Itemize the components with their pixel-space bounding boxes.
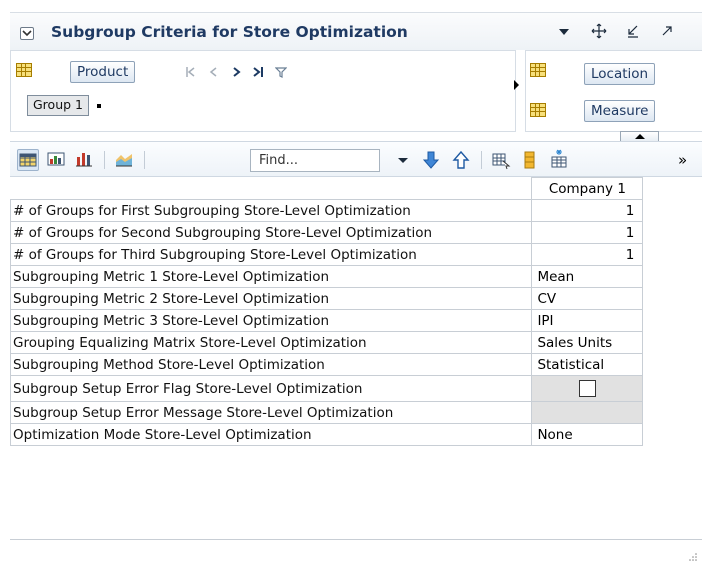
splitter-arrow-icon[interactable]	[514, 80, 519, 90]
move-icon[interactable]	[590, 22, 608, 40]
find-dropdown-icon[interactable]	[392, 149, 414, 171]
panel-title-bar: Subgroup Criteria for Store Optimization	[10, 12, 702, 50]
table-view-icon	[19, 153, 37, 167]
chart-table-button[interactable]	[46, 149, 68, 171]
cell-value[interactable]: IPI	[531, 309, 644, 332]
hierarchy-grid-icon	[16, 63, 32, 77]
find-input[interactable]: Find...	[250, 149, 380, 172]
table-row: Subgroup Setup Error Message Store-Level…	[9, 401, 702, 424]
row-label: Subgroup Setup Error Message Store-Level…	[9, 401, 533, 424]
table-row: Subgrouping Metric 3 Store-Level Optimiz…	[9, 309, 702, 332]
row-label: Grouping Equalizing Matrix Store-Level O…	[9, 331, 533, 354]
next-icon[interactable]	[230, 66, 242, 78]
minimize-icon[interactable]	[624, 22, 642, 40]
filter-icon[interactable]	[275, 66, 287, 78]
cell-checkbox	[531, 375, 644, 402]
toolbar-separator	[104, 151, 105, 169]
group-marker	[97, 104, 101, 108]
table-row: # of Groups for Third Subgrouping Store-…	[9, 243, 702, 266]
error-flag-checkbox[interactable]	[578, 380, 596, 397]
first-icon[interactable]	[185, 66, 197, 78]
table-row: # of Groups for First Subgrouping Store-…	[9, 199, 702, 222]
group-1-chip[interactable]: Group 1	[27, 95, 89, 116]
cell-value[interactable]: 1	[531, 243, 644, 266]
cell-value[interactable]: 1	[531, 199, 644, 222]
row-layout-pane: Product Group 1	[10, 50, 516, 132]
table-row: Subgrouping Method Store-Level Optimizat…	[9, 353, 702, 376]
find-next-icon[interactable]	[420, 149, 442, 171]
bar-chart-button[interactable]	[74, 149, 96, 171]
measure-dimension-button[interactable]: Measure	[584, 100, 656, 122]
header-row: Company 1	[10, 177, 702, 200]
collapse-layout-tab[interactable]	[620, 131, 659, 141]
column-header-company-1[interactable]: Company 1	[531, 177, 644, 200]
grid-footer	[10, 539, 702, 565]
cell-value[interactable]: CV	[531, 287, 644, 310]
previous-icon[interactable]	[208, 66, 220, 78]
overflow-button[interactable]: »	[678, 151, 700, 173]
table-row: Grouping Equalizing Matrix Store-Level O…	[9, 331, 702, 354]
cell-value[interactable]: 1	[531, 221, 644, 244]
table-row: # of Groups for Second Subgrouping Store…	[9, 221, 702, 244]
export-icon[interactable]	[490, 149, 512, 171]
bar-chart-icon	[76, 153, 92, 167]
corner-cell	[10, 177, 533, 200]
cell-value[interactable]: Mean	[531, 265, 644, 288]
toolbar-separator	[144, 151, 145, 169]
row-label: Subgrouping Metric 1 Store-Level Optimiz…	[9, 265, 533, 288]
panel-title: Subgroup Criteria for Store Optimization	[51, 23, 408, 41]
cell-value[interactable]: Sales Units	[531, 331, 644, 354]
data-grid: Company 1 # of Groups for First Subgroup…	[9, 177, 702, 446]
row-label: Subgrouping Metric 3 Store-Level Optimiz…	[9, 309, 533, 332]
grid-filler	[643, 178, 702, 200]
row-label: # of Groups for Second Subgrouping Store…	[9, 221, 533, 244]
resize-grip-icon[interactable]	[688, 552, 698, 562]
toolbar: Find... »	[10, 141, 702, 177]
toolbar-separator	[481, 151, 482, 169]
collapse-button[interactable]	[20, 27, 34, 40]
cell-value[interactable]: Statistical	[531, 353, 644, 376]
product-dimension-button[interactable]: Product	[70, 61, 136, 83]
column-layout-pane: Location Measure	[525, 50, 702, 132]
row-label: Subgrouping Method Store-Level Optimizat…	[9, 353, 533, 376]
location-grid-icon	[530, 63, 546, 77]
table-row: Subgrouping Metric 2 Store-Level Optimiz…	[9, 287, 702, 310]
area-chart-button[interactable]	[114, 149, 136, 171]
cell-readonly	[531, 401, 644, 424]
caret-down-icon[interactable]	[555, 22, 573, 40]
find-previous-icon[interactable]	[450, 149, 472, 171]
last-icon[interactable]	[252, 66, 264, 78]
area-chart-icon	[116, 154, 132, 167]
row-label: Subgroup Setup Error Flag Store-Level Op…	[9, 375, 533, 402]
cell-value[interactable]: None	[531, 423, 644, 446]
settings-icon[interactable]	[548, 149, 570, 171]
measure-grid-icon	[530, 103, 546, 117]
maximize-icon[interactable]	[658, 22, 676, 40]
row-label: Subgrouping Metric 2 Store-Level Optimiz…	[9, 287, 533, 310]
highlight-icon[interactable]	[519, 149, 541, 171]
row-label: Optimization Mode Store-Level Optimizati…	[9, 423, 533, 446]
chevron-down-icon	[22, 30, 32, 37]
table-row: Optimization Mode Store-Level Optimizati…	[9, 423, 702, 446]
table-view-button[interactable]	[17, 149, 39, 171]
location-dimension-button[interactable]: Location	[584, 63, 656, 85]
table-row: Subgrouping Metric 1 Store-Level Optimiz…	[9, 265, 702, 288]
table-row: Subgroup Setup Error Flag Store-Level Op…	[9, 375, 702, 402]
row-label: # of Groups for First Subgrouping Store-…	[9, 199, 533, 222]
row-label: # of Groups for Third Subgrouping Store-…	[9, 243, 533, 266]
chart-table-icon	[47, 152, 65, 166]
